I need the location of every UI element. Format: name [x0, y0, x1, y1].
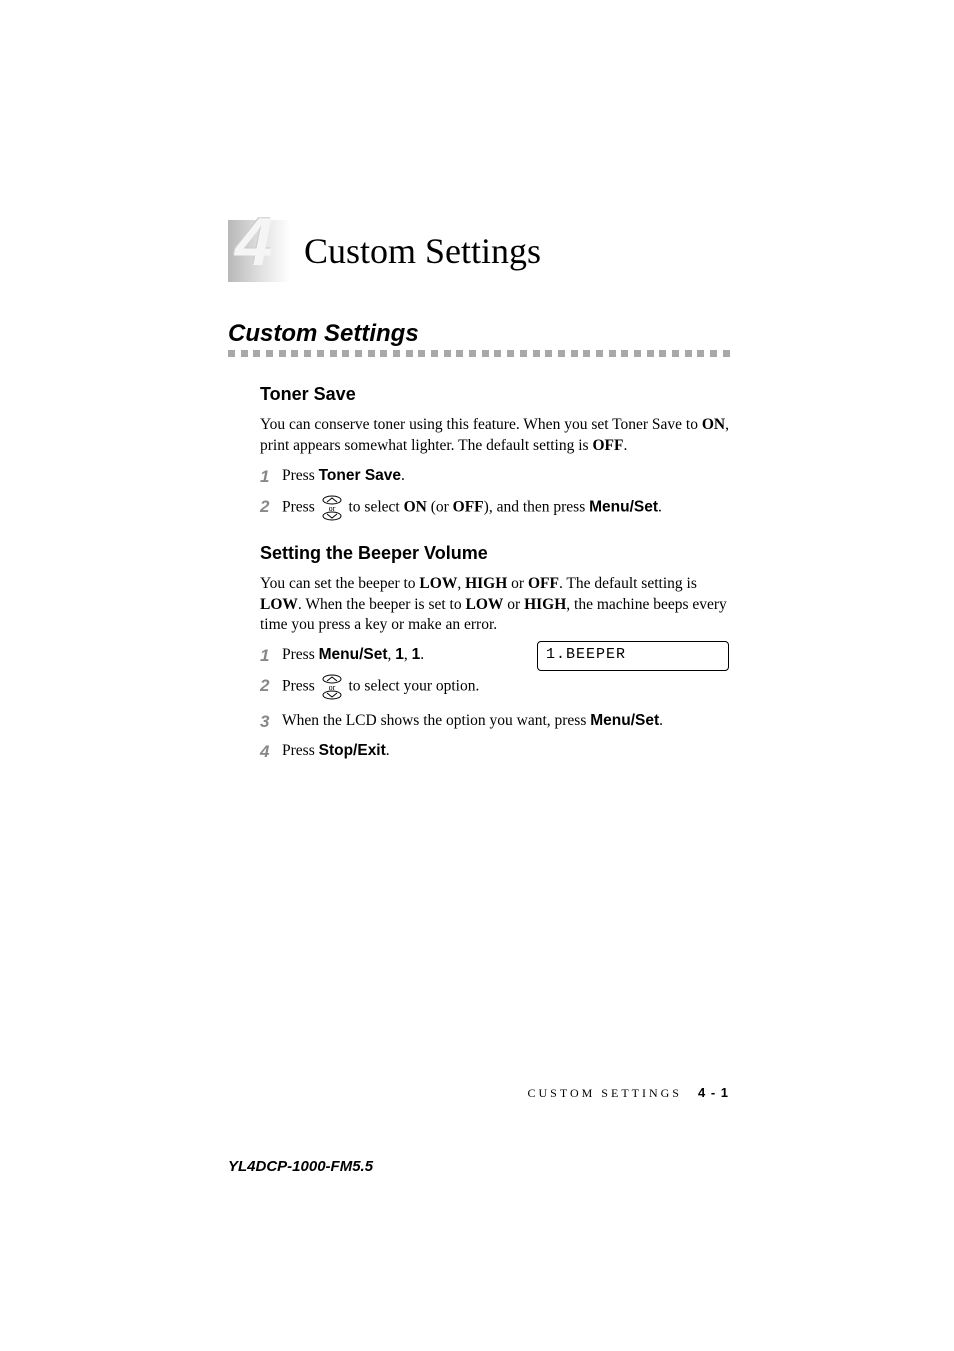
subsection-heading: Setting the Beeper Volume	[260, 543, 729, 564]
footer-section-name: CUSTOM SETTINGS	[528, 1086, 682, 1100]
subsection-beeper: Setting the Beeper Volume You can set th…	[260, 543, 729, 764]
option-low: LOW	[260, 596, 298, 613]
text: You can set the beeper to	[260, 575, 419, 592]
step-number: 1	[260, 465, 282, 489]
chapter-title: Custom Settings	[304, 230, 541, 272]
text: to select	[345, 498, 404, 515]
text: ,	[404, 646, 412, 663]
key-1: 1	[412, 646, 421, 663]
step-item: 4 Press Stop/Exit.	[282, 740, 729, 764]
up-down-arrow-icon: or	[321, 495, 343, 521]
step-number: 2	[260, 495, 282, 519]
body-paragraph: You can set the beeper to LOW, HIGH or O…	[260, 574, 729, 637]
step-text: Press Stop/Exit.	[282, 740, 729, 762]
text: You can conserve toner using this featur…	[260, 416, 702, 433]
text: Press	[282, 646, 319, 663]
option-high: HIGH	[524, 596, 566, 613]
text: . The default setting is	[559, 575, 697, 592]
text: When the LCD shows the option you want, …	[282, 712, 590, 729]
text: to select your option.	[345, 678, 480, 695]
text: .	[659, 712, 663, 729]
button-label-stop-exit: Stop/Exit	[319, 742, 386, 759]
text: .	[623, 437, 627, 454]
page-number: 4 - 1	[698, 1085, 729, 1100]
step-number: 2	[260, 674, 282, 698]
text: ), and then press	[484, 498, 589, 515]
option-off: OFF	[453, 498, 484, 515]
subsection-toner-save: Toner Save You can conserve toner using …	[260, 384, 729, 521]
chapter-number: 4	[235, 208, 273, 276]
text: Press	[282, 498, 319, 515]
text: or	[507, 575, 528, 592]
text: ,	[457, 575, 465, 592]
button-label-menu-set: Menu/Set	[590, 712, 659, 729]
chapter-header: 4 Custom Settings	[228, 220, 729, 282]
step-item: 3 When the LCD shows the option you want…	[282, 710, 729, 734]
option-high: HIGH	[465, 575, 507, 592]
option-on: ON	[702, 416, 725, 433]
body-paragraph: You can conserve toner using this featur…	[260, 415, 729, 457]
key-1: 1	[395, 646, 404, 663]
dotted-rule	[228, 350, 729, 360]
step-text: Press or to select ON (or OFF), and then…	[282, 495, 729, 521]
up-down-arrow-icon: or	[321, 674, 343, 700]
section-title: Custom Settings	[228, 320, 729, 348]
chapter-number-box: 4	[228, 220, 290, 282]
step-number: 4	[260, 740, 282, 764]
step-number: 1	[260, 644, 282, 668]
button-label-menu-set: Menu/Set	[319, 646, 388, 663]
step-text: Press or to select your option.	[282, 674, 729, 700]
text: .	[420, 646, 424, 663]
button-label-toner-save: Toner Save	[319, 467, 401, 484]
step-item: 1 Press Menu/Set, 1, 1. 1.BEEPER	[282, 644, 729, 668]
text: (or	[427, 498, 453, 515]
lcd-display: 1.BEEPER	[537, 641, 729, 671]
svg-text:or: or	[328, 683, 335, 692]
footer-right: CUSTOM SETTINGS 4 - 1	[528, 1085, 729, 1101]
text: .	[401, 467, 405, 484]
text: Press	[282, 678, 319, 695]
step-item: 1 Press Toner Save.	[282, 465, 729, 489]
option-low: LOW	[466, 596, 504, 613]
section-heading-block: Custom Settings	[228, 320, 729, 360]
step-text: When the LCD shows the option you want, …	[282, 710, 729, 732]
text: .	[386, 742, 390, 759]
footer-doc-id: YL4DCP-1000-FM5.5	[228, 1158, 373, 1175]
text: Press	[282, 742, 319, 759]
arrow-or-label: or	[328, 504, 335, 513]
option-off: OFF	[528, 575, 559, 592]
text: or	[503, 596, 524, 613]
step-item: 2 Press or to select your option.	[282, 674, 729, 700]
step-text: Press Toner Save.	[282, 465, 729, 487]
text: Press	[282, 467, 319, 484]
step-number: 3	[260, 710, 282, 734]
button-label-menu-set: Menu/Set	[589, 498, 658, 515]
text: .	[658, 498, 662, 515]
option-low: LOW	[419, 575, 457, 592]
option-off: OFF	[592, 437, 623, 454]
step-item: 2 Press or to select ON (or OFF), and th…	[282, 495, 729, 521]
text: . When the beeper is set to	[298, 596, 466, 613]
subsection-heading: Toner Save	[260, 384, 729, 405]
option-on: ON	[404, 498, 427, 515]
